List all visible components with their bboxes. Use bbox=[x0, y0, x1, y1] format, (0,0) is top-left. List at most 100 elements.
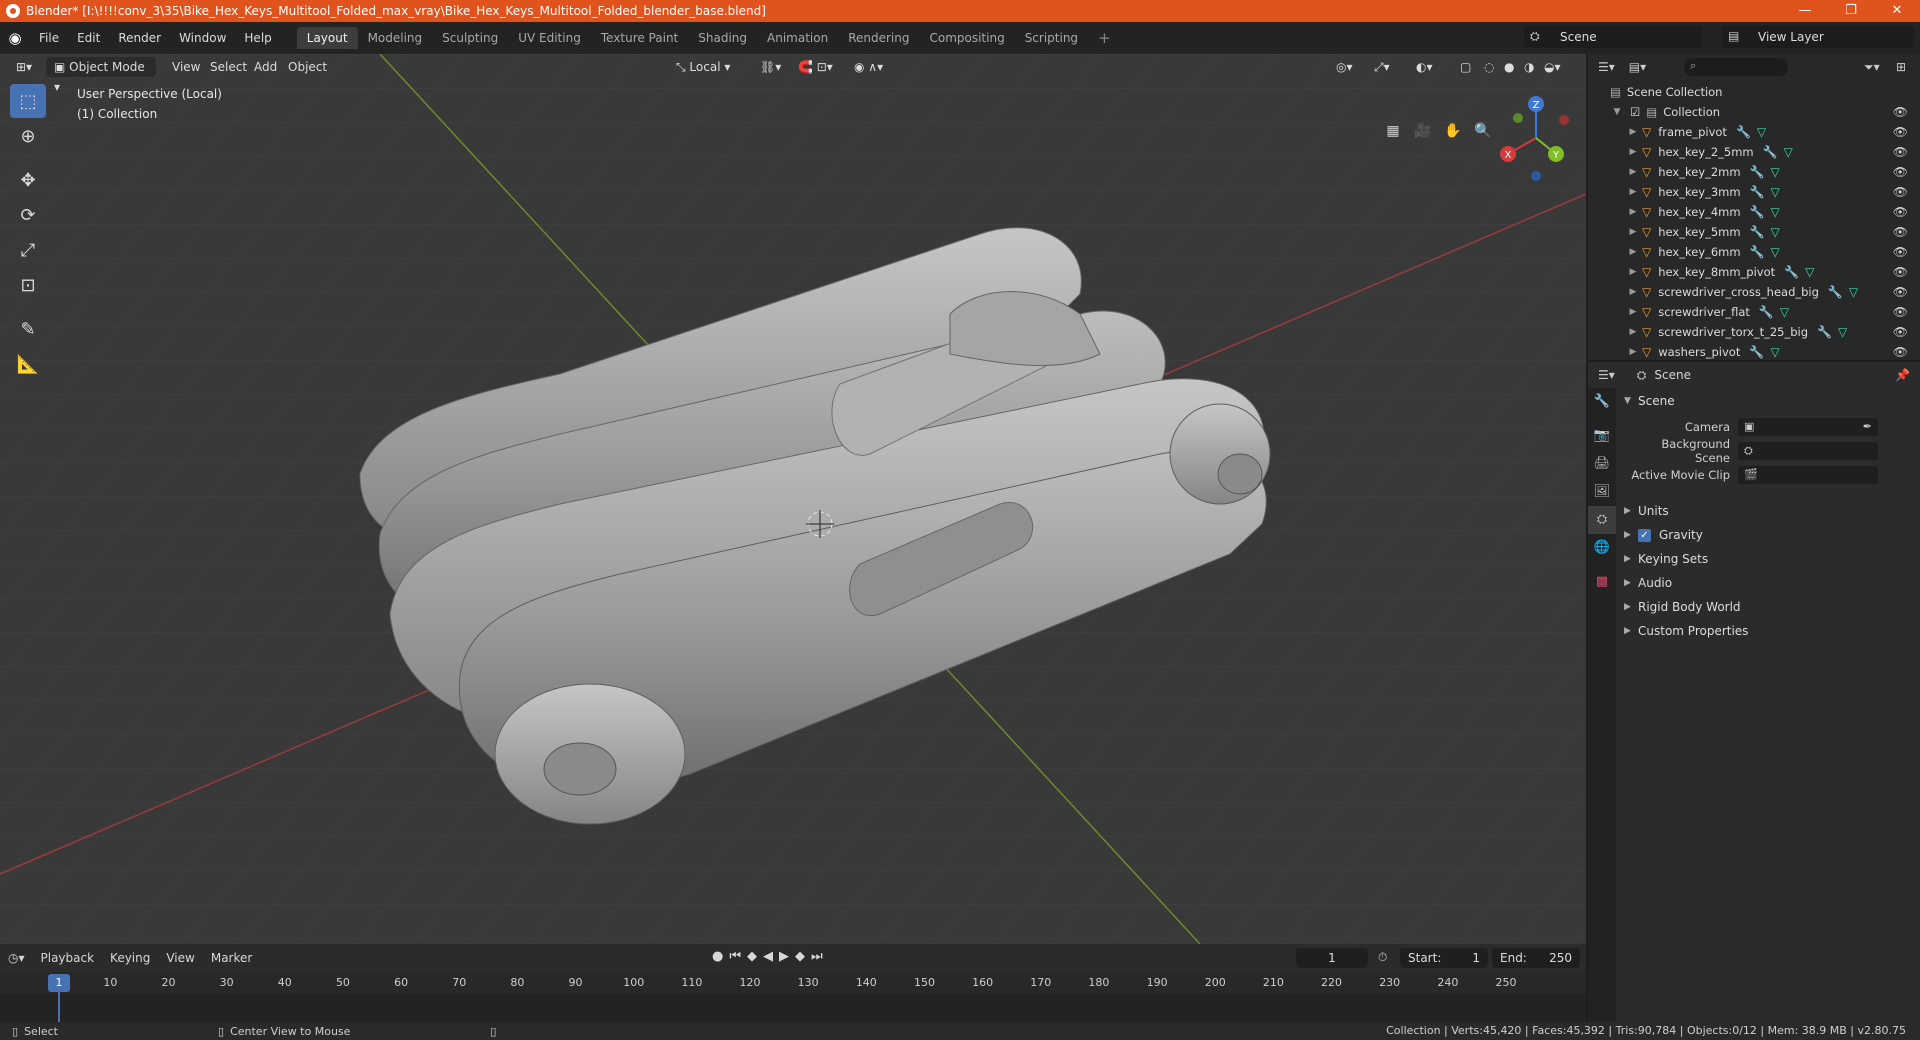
mesh-data-icon[interactable]: ▽ bbox=[1771, 225, 1780, 239]
mesh-data-icon[interactable]: ▽ bbox=[1771, 245, 1780, 259]
mesh-data-icon[interactable]: ▽ bbox=[1849, 285, 1858, 299]
gravity-section-header[interactable]: ▶ ✓ Gravity bbox=[1624, 524, 1916, 546]
gravity-checkbox[interactable]: ✓ bbox=[1638, 528, 1651, 542]
modifier-wrench-icon[interactable]: 🔧 bbox=[1750, 165, 1765, 179]
output-tab-icon[interactable]: 🖨 bbox=[1588, 450, 1616, 478]
tab-texture-paint[interactable]: Texture Paint bbox=[591, 27, 688, 49]
camera-view-icon[interactable]: 🎥 bbox=[1410, 118, 1436, 144]
play-icon[interactable]: ▶ bbox=[779, 949, 795, 964]
rotate-icon[interactable]: ⟳ bbox=[10, 198, 46, 232]
scene-selector[interactable]: ⛭ Scene bbox=[1524, 26, 1702, 48]
mesh-data-icon[interactable]: ▽ bbox=[1784, 145, 1793, 159]
eyedropper-icon[interactable]: ✒ bbox=[1863, 418, 1878, 436]
end-frame-field[interactable]: End: 250 bbox=[1492, 948, 1580, 968]
axis-gizmo[interactable]: Z X Y bbox=[1492, 84, 1586, 194]
3d-viewport[interactable]: ⊞▾ ▣ Object Mode ▾ View Select Add Objec… bbox=[0, 54, 1586, 944]
timeline-menu-marker[interactable]: Marker bbox=[203, 951, 260, 965]
render-tab-icon[interactable]: 📷 bbox=[1588, 422, 1616, 450]
outliner-object-row[interactable]: ▶ ▽ frame_pivot 🔧 ▽ 👁 bbox=[1588, 122, 1920, 142]
object-expand-icon[interactable]: ▶ bbox=[1628, 347, 1638, 357]
modifier-wrench-icon[interactable]: 🔧 bbox=[1828, 285, 1843, 299]
menu-help[interactable]: Help bbox=[235, 31, 280, 45]
visibility-icon[interactable]: ◎▾ bbox=[1328, 57, 1361, 77]
camera-field[interactable]: ▣ ✒ bbox=[1738, 418, 1878, 436]
timeline-menu-view[interactable]: View bbox=[158, 951, 202, 965]
add-workspace-button[interactable]: + bbox=[1088, 27, 1121, 49]
timeline-track-area[interactable] bbox=[0, 994, 1586, 1022]
modifier-wrench-icon[interactable]: 🔧 bbox=[1750, 225, 1765, 239]
menu-render[interactable]: Render bbox=[109, 31, 170, 45]
proportional-edit-icon[interactable]: ◉ ∧▾ bbox=[846, 57, 891, 77]
new-collection-icon[interactable]: ⊞ bbox=[1896, 60, 1906, 74]
object-eye-icon[interactable]: 👁 bbox=[1893, 165, 1908, 179]
view-layer-selector[interactable]: ▤ View Layer bbox=[1722, 26, 1914, 48]
jump-start-icon[interactable]: ⏮ bbox=[729, 949, 747, 964]
pivot-icon[interactable]: ⛓▾ bbox=[752, 57, 789, 77]
units-section-header[interactable]: ▶ Units bbox=[1624, 500, 1916, 522]
outliner-object-row[interactable]: ▶ ▽ hex_key_2mm 🔧 ▽ 👁 bbox=[1588, 162, 1920, 182]
modifier-wrench-icon[interactable]: 🔧 bbox=[1763, 145, 1778, 159]
mesh-data-icon[interactable]: ▽ bbox=[1771, 165, 1780, 179]
modifier-wrench-icon[interactable]: 🔧 bbox=[1736, 125, 1751, 139]
mesh-data-icon[interactable]: ▽ bbox=[1771, 205, 1780, 219]
mesh-data-icon[interactable]: ▽ bbox=[1771, 185, 1780, 199]
toggle-grid-icon[interactable]: ▦ bbox=[1380, 118, 1406, 144]
tab-rendering[interactable]: Rendering bbox=[838, 27, 919, 49]
stopwatch-icon[interactable]: ⏱ bbox=[1378, 950, 1387, 965]
background-scene-field[interactable]: ⛭ bbox=[1738, 442, 1878, 460]
modifier-wrench-icon[interactable]: 🔧 bbox=[1759, 305, 1774, 319]
minimize-button[interactable]: — bbox=[1782, 0, 1828, 22]
transform-icon[interactable]: ⊡ bbox=[10, 268, 46, 302]
mesh-data-icon[interactable]: ▽ bbox=[1780, 305, 1789, 319]
object-expand-icon[interactable]: ▶ bbox=[1628, 307, 1638, 317]
outliner-object-row[interactable]: ▶ ▽ hex_key_5mm 🔧 ▽ 👁 bbox=[1588, 222, 1920, 242]
overlay-toggle-icon[interactable]: ◐▾ bbox=[1408, 57, 1441, 77]
object-eye-icon[interactable]: 👁 bbox=[1893, 205, 1908, 219]
object-expand-icon[interactable]: ▶ bbox=[1628, 207, 1638, 217]
outliner-object-row[interactable]: ▶ ▽ hex_key_3mm 🔧 ▽ 👁 bbox=[1588, 182, 1920, 202]
outliner-object-row[interactable]: ▶ ▽ hex_key_4mm 🔧 ▽ 👁 bbox=[1588, 202, 1920, 222]
object-expand-icon[interactable]: ▶ bbox=[1628, 287, 1638, 297]
tool-tab-icon[interactable]: 🔧 bbox=[1588, 388, 1616, 416]
world-tab-icon[interactable]: 🌐 bbox=[1588, 534, 1616, 562]
collection-checkbox[interactable]: ☑ bbox=[1630, 105, 1640, 119]
outliner-object-row[interactable]: ▶ ▽ hex_key_2_5mm 🔧 ▽ 👁 bbox=[1588, 142, 1920, 162]
timeline-menu-playback[interactable]: Playback bbox=[33, 951, 103, 965]
object-expand-icon[interactable]: ▶ bbox=[1628, 267, 1638, 277]
texture-tab-icon[interactable]: ▩ bbox=[1588, 568, 1616, 596]
maximize-button[interactable]: ❐ bbox=[1828, 0, 1874, 22]
frame-ruler[interactable]: 10 20 30 40 50 60 70 80 90 100 110 120 130 140 150 160 1… bbox=[0, 972, 1586, 994]
scene-collection-row[interactable]: ▤ Scene Collection bbox=[1588, 82, 1920, 102]
outliner-object-row[interactable]: ▶ ▽ hex_key_8mm_pivot 🔧 ▽ 👁 bbox=[1588, 262, 1920, 282]
viewport-menu-object[interactable]: Object bbox=[280, 57, 335, 77]
menu-window[interactable]: Window bbox=[170, 31, 235, 45]
gizmo-toggle-icon[interactable]: ⤢▾ bbox=[1366, 57, 1398, 77]
properties-editor-type-icon[interactable]: ☰▾ bbox=[1598, 368, 1615, 382]
timeline-editor-type-icon[interactable]: ◷▾ bbox=[0, 951, 33, 965]
mesh-data-icon[interactable]: ▽ bbox=[1757, 125, 1766, 139]
tab-layout[interactable]: Layout bbox=[296, 27, 358, 49]
modifier-wrench-icon[interactable]: 🔧 bbox=[1750, 245, 1765, 259]
object-eye-icon[interactable]: 👁 bbox=[1893, 285, 1908, 299]
object-expand-icon[interactable]: ▶ bbox=[1628, 127, 1638, 137]
object-eye-icon[interactable]: 👁 bbox=[1893, 125, 1908, 139]
audio-section-header[interactable]: ▶ Audio bbox=[1624, 572, 1916, 594]
object-eye-icon[interactable]: 👁 bbox=[1893, 245, 1908, 259]
object-eye-icon[interactable]: 👁 bbox=[1893, 225, 1908, 239]
rigid-body-section-header[interactable]: ▶ Rigid Body World bbox=[1624, 596, 1916, 618]
current-frame-field[interactable]: 1 bbox=[1296, 948, 1368, 968]
measure-icon[interactable]: 📐 bbox=[10, 347, 46, 381]
tab-animation[interactable]: Animation bbox=[757, 27, 838, 49]
object-eye-icon[interactable]: 👁 bbox=[1893, 265, 1908, 279]
jump-end-icon[interactable]: ⏭ bbox=[811, 949, 829, 964]
tab-shading[interactable]: Shading bbox=[688, 27, 757, 49]
outliner-object-row[interactable]: ▶ ▽ screwdriver_flat 🔧 ▽ 👁 bbox=[1588, 302, 1920, 322]
close-button[interactable]: ✕ bbox=[1874, 0, 1920, 22]
modifier-wrench-icon[interactable]: 🔧 bbox=[1750, 185, 1765, 199]
tab-modeling[interactable]: Modeling bbox=[358, 27, 433, 49]
object-eye-icon[interactable]: 👁 bbox=[1893, 145, 1908, 159]
custom-properties-section-header[interactable]: ▶ Custom Properties bbox=[1624, 620, 1916, 642]
snap-icon[interactable]: 🧲 ⊡▾ bbox=[790, 57, 841, 77]
mesh-data-icon[interactable]: ▽ bbox=[1805, 265, 1814, 279]
filter-icon[interactable]: ⏷▾ bbox=[1864, 60, 1880, 75]
